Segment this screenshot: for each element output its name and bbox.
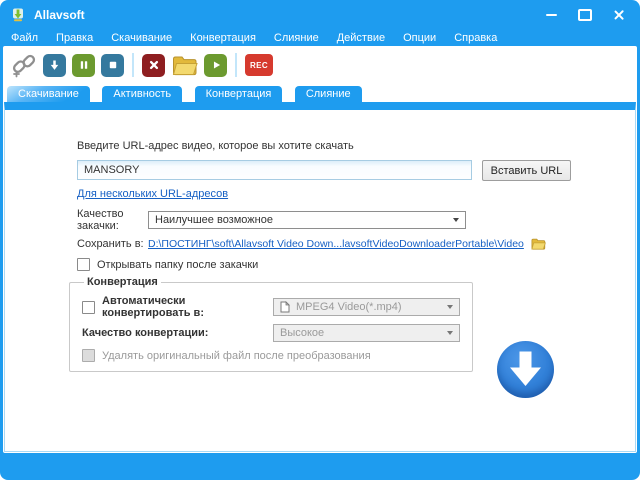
paste-url-button[interactable]: Вставить URL	[482, 160, 571, 181]
url-input[interactable]	[77, 160, 472, 180]
save-to-label: Сохранить в:	[77, 238, 148, 250]
menu-merge[interactable]: Слияние	[265, 30, 328, 46]
stop-button[interactable]	[101, 54, 124, 77]
download-quality-label: Качество закачки:	[77, 208, 148, 232]
start-download-button[interactable]	[497, 341, 554, 398]
download-quality-select[interactable]: Наилучшее возможное	[148, 211, 466, 229]
maximize-button[interactable]	[572, 6, 598, 24]
open-folder-after-checkbox[interactable]	[77, 258, 90, 271]
conversion-group-label: Конвертация	[84, 276, 161, 288]
menu-bar: Файл Правка Скачивание Конвертация Слиян…	[0, 28, 640, 48]
play-button[interactable]	[204, 54, 227, 77]
stop-icon	[106, 58, 120, 72]
minimize-icon	[546, 14, 557, 16]
add-link-button[interactable]	[10, 54, 37, 77]
download-icon	[47, 58, 62, 73]
menu-edit[interactable]: Правка	[47, 30, 102, 46]
tab-bar: Скачивание Активность Конвертация Слияни…	[3, 84, 637, 102]
tab-convert[interactable]: Конвертация	[195, 86, 283, 103]
chevron-down-icon	[453, 218, 459, 222]
menu-help[interactable]: Справка	[445, 30, 506, 46]
auto-convert-label: Автоматически конвертировать в:	[102, 295, 273, 319]
maximize-icon	[578, 9, 592, 21]
open-folder-after-label: Открывать папку после закачки	[97, 259, 258, 271]
toolbar: REC	[3, 46, 637, 84]
toolbar-separator	[132, 53, 134, 77]
open-folder-icon	[172, 55, 198, 76]
video-file-icon	[280, 301, 290, 313]
minimize-button[interactable]	[538, 6, 564, 24]
tab-activity[interactable]: Активность	[102, 86, 182, 103]
multiple-urls-link[interactable]: Для нескольких URL-адресов	[77, 188, 228, 200]
conversion-group: Конвертация Автоматически конвертировать…	[69, 276, 473, 372]
close-icon	[613, 9, 625, 21]
convert-quality-label: Качество конвертации:	[82, 327, 208, 339]
close-button[interactable]	[606, 6, 632, 24]
toolbar-separator	[235, 53, 237, 77]
window-body: REC Скачивание Активность Конвертация Сл…	[3, 46, 637, 453]
add-link-icon	[11, 52, 37, 78]
menu-options[interactable]: Опции	[394, 30, 445, 46]
save-path-link[interactable]: D:\ПОСТИНГ\soft\Allavsoft Video Down...l…	[148, 238, 524, 250]
menu-action[interactable]: Действие	[328, 30, 394, 46]
open-folder-button[interactable]	[171, 54, 198, 77]
menu-download[interactable]: Скачивание	[102, 30, 181, 46]
menu-convert[interactable]: Конвертация	[181, 30, 265, 46]
auto-convert-checkbox[interactable]	[82, 301, 95, 314]
app-window: Allavsoft Файл Правка Скачивание Конверт…	[0, 0, 640, 480]
tab-merge[interactable]: Слияние	[295, 86, 362, 103]
pause-icon	[77, 58, 91, 72]
chevron-down-icon	[447, 305, 453, 309]
record-button[interactable]: REC	[245, 54, 273, 76]
menu-file[interactable]: Файл	[2, 30, 47, 46]
convert-format-select[interactable]: MPEG4 Video(*.mp4)	[273, 298, 460, 316]
delete-original-checkbox[interactable]	[82, 349, 95, 362]
download-tab-panel: Введите URL-адрес видео, которое вы хоти…	[4, 102, 636, 452]
delete-icon	[147, 58, 161, 72]
folder-icon	[531, 238, 546, 250]
delete-original-label: Удалять оригинальный файл после преобраз…	[102, 350, 371, 362]
window-title: Allavsoft	[34, 8, 85, 22]
convert-quality-select[interactable]: Высокое	[273, 324, 460, 342]
play-icon	[209, 58, 223, 72]
url-entry-label: Введите URL-адрес видео, которое вы хоти…	[77, 110, 635, 152]
download-button[interactable]	[43, 54, 66, 77]
browse-folder-button[interactable]	[531, 238, 546, 250]
big-download-arrow-icon	[497, 341, 554, 398]
pause-button[interactable]	[72, 54, 95, 77]
tab-download[interactable]: Скачивание	[7, 86, 90, 103]
title-bar: Allavsoft	[0, 0, 640, 28]
delete-button[interactable]	[142, 54, 165, 77]
chevron-down-icon	[447, 331, 453, 335]
app-logo-icon	[10, 7, 26, 23]
